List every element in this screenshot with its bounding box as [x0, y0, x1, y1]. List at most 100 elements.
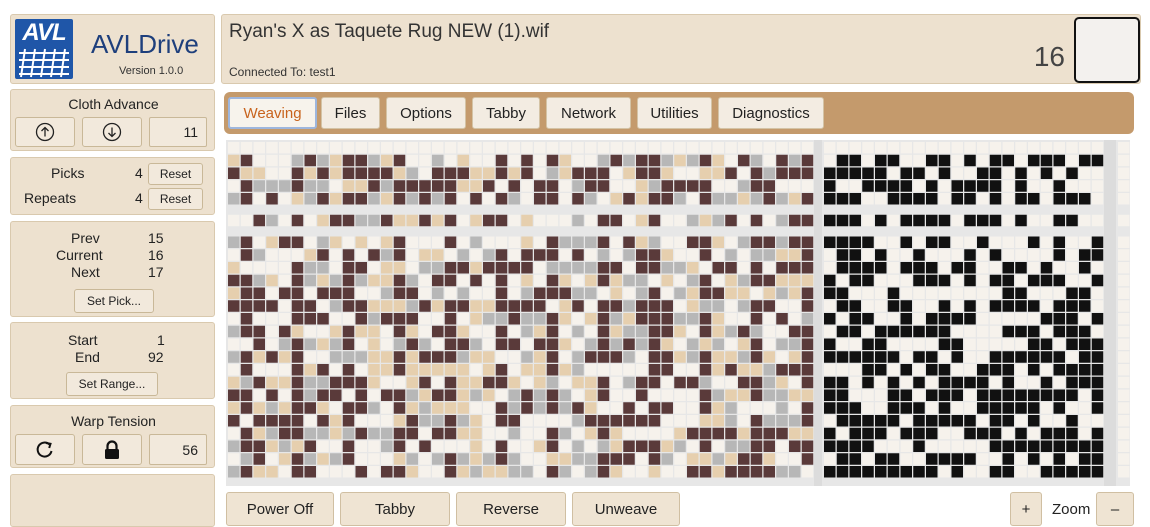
tab-utilities[interactable]: Utilities: [637, 97, 712, 129]
repeats-reset-button[interactable]: Reset: [148, 188, 203, 210]
treadling-cell: [951, 389, 963, 401]
drawdown-cell: [508, 214, 520, 227]
power-off-button[interactable]: Power Off: [226, 492, 334, 526]
treadling-cell: [951, 142, 963, 154]
drawdown-cell: [228, 376, 240, 389]
arrow-up-circle-icon: [35, 122, 55, 142]
cloth-advance-down-button[interactable]: [82, 117, 142, 147]
drawdown-cell: [432, 453, 444, 465]
drawdown-cell: [572, 376, 584, 389]
drawdown-cell: [483, 466, 495, 478]
drawdown-cell: [432, 313, 444, 325]
treadling-side-cell: [1118, 236, 1130, 248]
drawdown-cell: [457, 313, 469, 325]
treadling-cell: [862, 142, 874, 154]
drawdown-cell: [687, 142, 699, 154]
warp-tension-lock-button[interactable]: [82, 434, 142, 465]
drawdown-cell: [776, 364, 788, 376]
drawdown-cell: [342, 325, 355, 338]
drawdown-cell: [712, 249, 724, 261]
picks-reset-button[interactable]: Reset: [148, 163, 203, 185]
drawdown-cell: [432, 142, 444, 154]
tab-network[interactable]: Network: [546, 97, 631, 129]
drawdown-cell: [483, 214, 495, 227]
warp-tension-value[interactable]: 56: [149, 434, 207, 465]
drawdown-cell: [636, 287, 648, 299]
treadling-cell: [1002, 214, 1014, 227]
drawdown-cell: [432, 466, 444, 478]
treadling-cell: [951, 466, 963, 478]
treadling-cell: [1053, 466, 1065, 478]
drawdown-cell: [381, 274, 393, 287]
zoom-out-button[interactable]: –: [1096, 492, 1134, 526]
drawdown-cell: [240, 364, 253, 376]
drawdown-cell: [750, 466, 763, 478]
treadling-cell: [1002, 351, 1014, 363]
drawdown-cell: [228, 300, 240, 312]
drawdown-cell: [342, 364, 355, 376]
treadling-cell: [900, 325, 912, 338]
drawdown-cell: [610, 325, 622, 338]
treadling-cell: [824, 364, 836, 376]
drawdown-cell: [687, 389, 699, 401]
zoom-in-button[interactable]: +: [1010, 492, 1042, 526]
treadling-cell: [989, 325, 1002, 338]
set-pick-button[interactable]: Set Pick...: [74, 289, 154, 313]
drawdown-cell: [789, 313, 801, 325]
drawdown-cell: [406, 402, 418, 414]
drawdown-cell: [546, 351, 559, 363]
treadling-cell: [824, 193, 836, 205]
weaving-draft-canvas[interactable]: [226, 140, 1130, 486]
drawdown-cell: [534, 154, 546, 167]
drawdown-cell: [444, 313, 457, 325]
treadling-cell: [887, 154, 900, 167]
treadling-side-cell: [1118, 313, 1130, 325]
drawdown-cell: [368, 338, 380, 350]
treadling-cell: [938, 236, 951, 248]
treadling-cell: [900, 376, 912, 389]
tabby-button[interactable]: Tabby: [340, 492, 450, 526]
drawdown-cell: [291, 415, 304, 427]
drawdown-cell: [228, 142, 240, 154]
unweave-button[interactable]: Unweave: [572, 492, 680, 526]
drawdown-cell: [712, 167, 724, 179]
treadling-cell: [1002, 142, 1014, 154]
treadling-cell: [1040, 214, 1053, 227]
drawdown-cell: [279, 415, 291, 427]
tab-options[interactable]: Options: [386, 97, 466, 129]
tab-weaving[interactable]: Weaving: [228, 97, 317, 129]
drawdown-cell: [483, 236, 495, 248]
warp-tension-refresh-button[interactable]: [15, 434, 75, 465]
drawdown-cell: [495, 180, 508, 192]
cloth-advance-value[interactable]: 11: [149, 117, 207, 147]
app-header-panel: AVL AVLDrive Version 1.0.0: [10, 14, 215, 84]
drawdown-cell: [253, 262, 265, 274]
drawdown-cell: [534, 142, 546, 154]
drawdown-cell: [470, 167, 482, 179]
set-range-button[interactable]: Set Range...: [66, 372, 158, 396]
drawdown-cell: [801, 364, 814, 376]
drawdown-cell: [725, 214, 737, 227]
tab-tabby[interactable]: Tabby: [472, 97, 540, 129]
drawdown-cell: [597, 440, 610, 452]
drawdown-cell: [776, 389, 788, 401]
treadling-cell: [926, 364, 938, 376]
treadling-cell: [824, 376, 836, 389]
drawdown-cell: [444, 180, 457, 192]
drawdown-cell: [457, 249, 469, 261]
treadling-cell: [824, 154, 836, 167]
treadling-cell: [1002, 180, 1014, 192]
drawdown-cell: [457, 364, 469, 376]
drawdown-cell: [470, 338, 482, 350]
treadling-cell: [887, 214, 900, 227]
cloth-advance-up-button[interactable]: [15, 117, 75, 147]
drawdown-cell: [725, 415, 737, 427]
tab-diagnostics[interactable]: Diagnostics: [718, 97, 824, 129]
treadling-cell: [913, 274, 925, 287]
drawdown-cell: [368, 154, 380, 167]
tab-files[interactable]: Files: [321, 97, 380, 129]
drawdown-cell: [648, 325, 661, 338]
drawdown-cell: [585, 466, 597, 478]
drawdown-cell: [597, 193, 610, 205]
reverse-button[interactable]: Reverse: [456, 492, 566, 526]
